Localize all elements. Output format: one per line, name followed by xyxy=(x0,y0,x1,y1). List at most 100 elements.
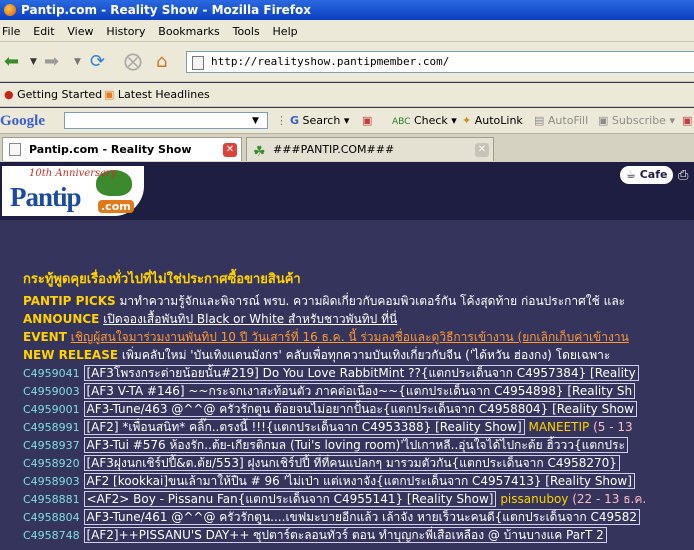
topic-row: C4958881 <AF2> Boy - Pissanu Fan{แตกประเ… xyxy=(23,490,646,508)
page-content: กระทู้พูดคุยเรื่องทั่วไปที่ไม่ใช่ประกาศซ… xyxy=(0,220,694,550)
menu-edit[interactable]: Edit xyxy=(33,25,54,38)
url-input[interactable]: http://realityshow.pantipmember.com/ xyxy=(186,51,694,73)
google-search-dropdown-icon[interactable]: ▼ xyxy=(252,108,259,133)
close-tab-icon[interactable]: ✕ xyxy=(223,143,237,157)
announcement-link[interactable]: เพิ่มคลับใหม่ 'บันเทิงแดนมังกร' คลับเพื่… xyxy=(122,348,610,362)
tab-strip: Pantip.com - Reality Show ✕ ☘ ###PANTIP.… xyxy=(0,134,694,162)
autolink-wand-icon: ✦ xyxy=(462,114,472,127)
subscribe-icon: ▣ xyxy=(598,114,609,127)
subscribe-label: Subscribe xyxy=(611,114,666,127)
forward-arrow-icon[interactable]: ➡ xyxy=(44,50,59,74)
topic-row: C4958920 [AF3ฝุงนกเชิร์ปปี้&ต.ต้ย/553] ฝ… xyxy=(23,454,620,472)
bookmark-latest-headlines[interactable]: ▣ Latest Headlines xyxy=(104,83,210,106)
subscribe-button[interactable]: ▣ Subscribe ▾ xyxy=(598,108,675,133)
topic-title[interactable]: [AF3ฝุงนกเชิร์ปปี้&ต.ต้ย/553] ฝุงนกเชิร์… xyxy=(83,455,620,471)
tab-pantip-com[interactable]: ☘ ###PANTIP.COM### ✕ xyxy=(246,137,494,161)
bookmark-getting-started[interactable]: ● Getting Started xyxy=(4,83,103,106)
page-icon xyxy=(9,143,21,156)
window-title-bar: Pantip.com - Reality Show - Mozilla Fire… xyxy=(0,0,694,20)
topic-title[interactable]: AF2 [kookkai]ขนเล้ามาให้ปืน # 96 'ไม่เป่… xyxy=(83,473,635,489)
menu-view[interactable]: View xyxy=(67,25,93,38)
announcement-label: NEW RELEASE xyxy=(23,348,119,362)
menu-tools[interactable]: Tools xyxy=(233,25,260,38)
google-search-label: Search xyxy=(302,114,341,127)
autofill-label: AutoFill xyxy=(547,114,589,127)
topic-title[interactable]: AF3-Tune/461 @^^@ ครัวรักตูน....เขฟมะบาย… xyxy=(83,509,641,525)
topic-id[interactable]: C4958903 xyxy=(23,475,80,488)
spell-check-button[interactable]: ABC Check ▾ xyxy=(392,108,457,133)
cafe-button[interactable]: ☕ Cafe xyxy=(620,166,674,184)
topic-id[interactable]: C4958881 xyxy=(23,493,80,506)
announcement-row: PANTIP PICKS มาทำความรู้จักและพิจารณ์ พร… xyxy=(23,292,625,310)
google-search-button[interactable]: G Search ▾ xyxy=(290,108,349,133)
autolink-button[interactable]: ✦ AutoLink xyxy=(462,108,523,133)
topic-title[interactable]: <AF2> Boy - Pissanu Fan{แตกประเด็นจาก C4… xyxy=(83,491,497,507)
window-title: Pantip.com - Reality Show - Mozilla Fire… xyxy=(21,3,311,17)
toolbar-options-icon[interactable]: ▣ xyxy=(682,108,692,133)
logo-com-text: .com xyxy=(98,200,134,213)
topic-id[interactable]: C4959003 xyxy=(23,385,80,398)
menu-history[interactable]: History xyxy=(106,25,145,38)
menu-bookmarks[interactable]: Bookmarks xyxy=(158,25,219,38)
abc-check-icon: ABC xyxy=(392,117,411,127)
getting-started-label: Getting Started xyxy=(17,88,103,101)
announcement-label: EVENT xyxy=(23,330,67,344)
menu-help[interactable]: Help xyxy=(273,25,298,38)
topic-id[interactable]: C4959041 xyxy=(23,367,80,380)
tab-pantip-reality-show[interactable]: Pantip.com - Reality Show ✕ xyxy=(2,137,242,161)
announcement-link[interactable]: เปิดจองเสื้อพันทิป Black or White สำหรับ… xyxy=(103,312,397,326)
logo-anniversary-text: 10th Anniversary xyxy=(29,168,117,179)
forward-dropdown-icon[interactable]: ▼ xyxy=(74,50,81,74)
topic-title[interactable]: [AF2] *เพื่อนสนิท* คลิ๊ก..ตรงนี้ !!!{แตก… xyxy=(83,419,525,435)
topic-row: C4959041 [AF3โพรงกระต่ายน้อยนั้น#219] Do… xyxy=(23,364,639,382)
topic-poster[interactable]: MANEETIP xyxy=(528,420,589,434)
google-g-icon: G xyxy=(290,114,300,127)
check-label: Check xyxy=(413,114,448,127)
google-toolbar: Google ▼ ⋮ G Search ▾ ▣ ABC Check ▾ ✦ Au… xyxy=(0,108,694,134)
topic-title[interactable]: [AF3โพรงกระต่ายน้อยนั้น#219] Do You Love… xyxy=(83,365,639,381)
announcement-row: NEW RELEASE เพิ่มคลับใหม่ 'บันเทิงแดนมัง… xyxy=(23,346,610,364)
autofill-button[interactable]: ▤ AutoFill xyxy=(534,108,589,133)
topic-id[interactable]: C4958920 xyxy=(23,457,80,470)
page-icon xyxy=(192,56,204,70)
latest-headlines-label: Latest Headlines xyxy=(117,88,210,101)
topic-id[interactable]: C4958991 xyxy=(23,421,80,434)
coffee-cup-icon: ☕ xyxy=(626,168,636,181)
topic-title[interactable]: AF3-Tui #576 ห้องรัก..ต้ย-เกียรติกมล (Tu… xyxy=(83,437,628,453)
pantip-logo[interactable]: 10th Anniversary Pantip .com xyxy=(2,166,144,216)
menu-file[interactable]: File xyxy=(2,25,20,38)
topic-poster[interactable]: pissanuboy xyxy=(500,492,568,506)
topic-row: C4959003 [AF3 V-TA #146] ~~กระจกเงาสะท้อ… xyxy=(23,382,636,400)
close-tab-icon[interactable]: ✕ xyxy=(475,143,489,157)
site-header: 10th Anniversary Pantip .com ☕ Cafe ⎙ xyxy=(0,162,694,220)
topic-row: C4958748 [AF2]++PISSANU'S DAY++ ซุปตาร์ต… xyxy=(23,526,607,544)
announcement-link[interactable]: มาทำความรู้จักและพิจารณ์ พรบ. ความผิดเกี… xyxy=(119,294,625,308)
reload-icon[interactable]: ⟳ xyxy=(90,50,105,74)
topic-title[interactable]: [AF3 V-TA #146] ~~กระจกเงาสะท้อนตัว ภาคต… xyxy=(83,383,636,399)
announcement-row: ANNOUNCE เปิดจองเสื้อพันทิป Black or Whi… xyxy=(23,310,397,328)
back-arrow-icon[interactable]: ⬅ xyxy=(4,50,19,74)
url-text: http://realityshow.pantipmember.com/ xyxy=(211,55,450,68)
topic-id[interactable]: C4958937 xyxy=(23,439,80,452)
home-icon[interactable]: ⌂ xyxy=(156,50,167,74)
printer-icon[interactable]: ⎙ xyxy=(678,168,688,183)
announcement-link[interactable]: เชิญผู้สนใจมาร่วมงานพันทิป 10 ปี วันเสาร… xyxy=(71,330,629,344)
google-search-input[interactable] xyxy=(64,112,268,129)
topic-id[interactable]: C4958748 xyxy=(23,529,80,542)
bookmarks-toolbar: ● Getting Started ▣ Latest Headlines xyxy=(0,83,694,107)
topic-id[interactable]: C4959001 xyxy=(23,403,80,416)
topic-title[interactable]: AF3-Tune/463 @^^@ ครัวรักตูน ต้อยจนไม่อย… xyxy=(83,401,637,417)
google-logo[interactable]: Google xyxy=(0,108,45,133)
topic-id[interactable]: C4958804 xyxy=(23,511,80,524)
topic-title[interactable]: [AF2]++PISSANU'S DAY++ ซุปตาร์ตะลอนทัวร์… xyxy=(83,527,607,543)
tab-label: ###PANTIP.COM### xyxy=(273,143,395,156)
topic-row: C4958804 AF3-Tune/461 @^^@ ครัวรักตูน...… xyxy=(23,508,641,526)
stop-icon[interactable]: ⨂ xyxy=(124,50,142,74)
popup-blocker-icon[interactable]: ▣ xyxy=(362,108,372,133)
navigation-toolbar: ⬅ ▼ ➡ ▼ ⟳ ⨂ ⌂ http://realityshow.pantipm… xyxy=(0,42,694,82)
back-dropdown-icon[interactable]: ▼ xyxy=(30,50,37,74)
topic-row: C4958991 [AF2] *เพื่อนสนิท* คลิ๊ก..ตรงนี… xyxy=(23,418,633,436)
announcement-label: PANTIP PICKS xyxy=(23,294,116,308)
announcement-label: ANNOUNCE xyxy=(23,312,100,326)
logo-name-text: Pantip xyxy=(10,182,82,212)
